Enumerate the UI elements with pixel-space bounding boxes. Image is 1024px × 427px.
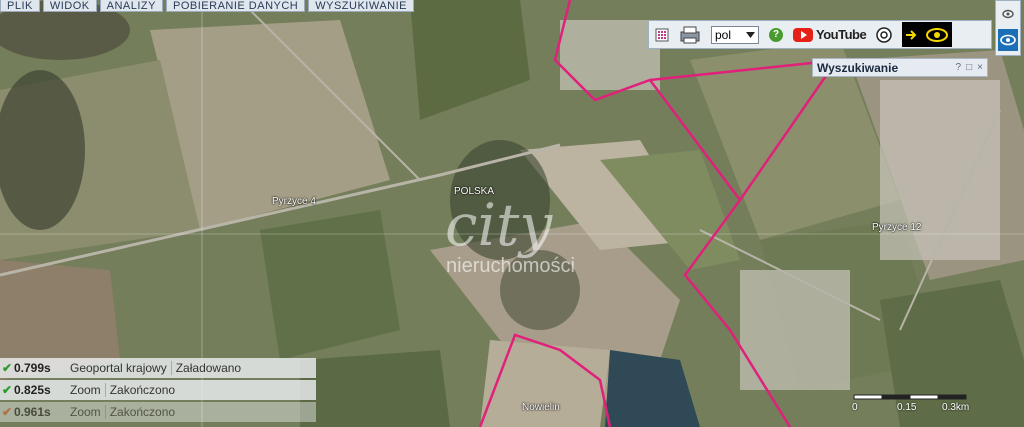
high-contrast-button[interactable] bbox=[902, 22, 953, 47]
menu-item-search[interactable]: Wyszukiwanie bbox=[308, 0, 415, 12]
status-name: Zoom bbox=[66, 405, 106, 419]
status-name: Geoportal krajowy bbox=[66, 361, 172, 375]
youtube-button[interactable]: YouTube bbox=[793, 27, 867, 42]
wheelchair-icon[interactable] bbox=[876, 26, 892, 43]
scale-bar: 0 0.15 0.3km bbox=[852, 392, 972, 422]
panel-help-icon[interactable]: ? bbox=[956, 62, 962, 73]
menu-item-download[interactable]: Pobieranie danych bbox=[166, 0, 306, 12]
panel-close-icon[interactable]: × bbox=[977, 62, 983, 73]
toolbar: pol ? YouTube bbox=[648, 20, 992, 49]
main-menu: Plik Widok Analizy Pobieranie danych Wys… bbox=[0, 0, 415, 12]
scale-label-0: 0 bbox=[852, 402, 858, 413]
menu-item-view[interactable]: Widok bbox=[42, 0, 97, 12]
scale-label-2: 0.3km bbox=[942, 402, 970, 413]
panel-restore-icon[interactable]: □ bbox=[966, 62, 972, 73]
youtube-label: YouTube bbox=[816, 27, 867, 42]
print-icon[interactable] bbox=[679, 26, 701, 44]
eye-small-icon[interactable] bbox=[1002, 9, 1014, 19]
label-pyrzyce4: Pyrzyce 4 bbox=[272, 196, 316, 207]
label-pyrzyce12: Pyrzyce 12 bbox=[872, 222, 922, 233]
watermark-text: nieruchomości bbox=[446, 255, 575, 277]
status-log: ✔ 0.799s Geoportal krajowy Załadowano ✔ … bbox=[0, 358, 316, 424]
search-panel-title: Wyszukiwanie bbox=[817, 60, 899, 75]
eye-icon bbox=[926, 27, 949, 42]
visibility-toggle-icon[interactable] bbox=[998, 29, 1018, 51]
check-icon: ✔ bbox=[1, 383, 13, 397]
side-panel-buttons bbox=[995, 0, 1021, 56]
status-name: Zoom bbox=[66, 383, 106, 397]
watermark-city: city bbox=[445, 191, 553, 259]
status-time: 0.961s bbox=[14, 405, 51, 419]
language-select[interactable]: pol bbox=[711, 25, 759, 44]
arrow-right-icon bbox=[906, 29, 917, 40]
status-row: ✔ 0.961s Zoom Zakończono bbox=[0, 402, 316, 422]
check-icon: ✔ bbox=[1, 405, 13, 419]
check-icon: ✔ bbox=[1, 361, 13, 375]
label-nowielin: Nowielin bbox=[522, 402, 560, 413]
language-value: pol bbox=[715, 27, 732, 42]
youtube-icon bbox=[793, 27, 813, 42]
grid-icon[interactable] bbox=[655, 28, 669, 42]
status-row: ✔ 0.799s Geoportal krajowy Załadowano bbox=[0, 358, 316, 378]
menu-item-analysis[interactable]: Analizy bbox=[99, 0, 163, 12]
search-panel-header[interactable]: Wyszukiwanie ? □ × bbox=[812, 58, 988, 77]
status-state: Zakończono bbox=[109, 383, 176, 397]
status-state: Zakończono bbox=[109, 405, 176, 419]
label-polska: POLSKA bbox=[454, 186, 495, 197]
menu-item-file[interactable]: Plik bbox=[0, 0, 40, 12]
status-time: 0.825s bbox=[14, 383, 51, 397]
chevron-down-icon bbox=[746, 31, 755, 38]
status-time: 0.799s bbox=[14, 361, 51, 375]
status-row: ✔ 0.825s Zoom Zakończono bbox=[0, 380, 316, 400]
help-button[interactable]: ? bbox=[769, 27, 783, 42]
scale-label-1: 0.15 bbox=[897, 402, 917, 413]
panel-controls: ? □ × bbox=[956, 62, 983, 73]
status-state: Załadowano bbox=[175, 361, 242, 375]
